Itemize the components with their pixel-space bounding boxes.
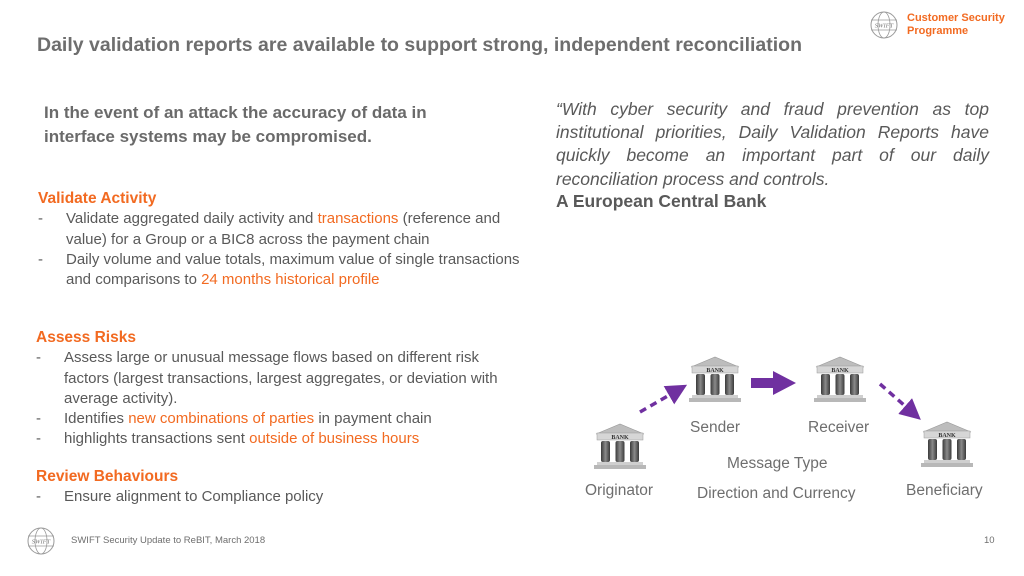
swift-logo-icon: SWIFT (27, 527, 55, 555)
testimonial-quote: “With cyber security and fraud preventio… (556, 99, 989, 189)
brand-name: Customer Security Programme (907, 12, 1005, 38)
bullet-text: Validate aggregated daily activity and t… (66, 209, 528, 250)
bullet-marker: - (38, 210, 43, 228)
bullet-list: - Assess large or unusual message flows b… (36, 348, 526, 449)
text-run: Assess large or unusual message flows ba… (64, 349, 498, 407)
bullet-marker: - (38, 250, 43, 268)
lead-statement: In the event of an attack the accuracy o… (44, 103, 427, 146)
highlighted-text: 24 months historical profile (201, 271, 380, 289)
quote-attribution: A European Central Bank (556, 191, 767, 211)
svg-text:BANK: BANK (706, 368, 724, 374)
label-sender: Sender (690, 419, 740, 436)
section-review-behaviours: Review Behaviours - Ensure alignment to C… (36, 467, 526, 508)
bullet-list: - Ensure alignment to Compliance policy (36, 487, 526, 507)
footer-text: SWIFT Security Update to ReBIT, March 20… (71, 535, 266, 546)
label-message-type: Message Type (727, 455, 828, 472)
bullet-list: - Validate aggregated daily activity and … (38, 209, 528, 290)
dashed-arrow-originator-sender (639, 384, 688, 414)
bank-icon-originator: BANK (592, 422, 648, 470)
label-beneficiary: Beneficiary (906, 482, 983, 499)
bullet-text: Identifies new combinations of parties i… (64, 409, 432, 429)
brand-line-1: Customer Security (907, 12, 1005, 24)
brand-line-2: Programme (907, 25, 969, 37)
text-run: in payment chain (314, 410, 432, 428)
section-assess-risks: Assess Risks - Assess large or unusual me… (36, 328, 526, 450)
bullet-item: - Validate aggregated daily activity and … (38, 209, 528, 250)
highlighted-text: new combinations of parties (128, 410, 315, 428)
label-receiver: Receiver (808, 419, 870, 436)
bullet-marker: - (36, 430, 41, 448)
label-originator: Originator (585, 482, 654, 499)
bullet-item: - Assess large or unusual message flows b… (36, 348, 526, 409)
brand-logo: SWIFT Customer Security Programme (869, 10, 1005, 40)
text-run: Identifies (64, 410, 129, 428)
bank-icon-sender: BANK (687, 355, 743, 403)
bullet-item: - Ensure alignment to Compliance policy (36, 487, 526, 507)
section-title: Review Behaviours (36, 468, 179, 485)
section-validate-activity: Validate Activity - Validate aggregated d… (38, 189, 528, 290)
bullet-marker: - (36, 488, 41, 506)
page-number: 10 (984, 535, 995, 546)
bullet-text: highlights transactions sent outside of … (64, 429, 419, 449)
section-title: Validate Activity (38, 190, 157, 207)
bank-icon-beneficiary: BANK (919, 420, 975, 468)
section-title: Assess Risks (36, 329, 136, 346)
svg-text:SWIFT: SWIFT (32, 539, 51, 546)
bullet-item: - Daily volume and value totals, maximum … (38, 250, 528, 291)
text-run: highlights transactions sent (64, 430, 250, 448)
label-direction-currency: Direction and Currency (697, 485, 856, 502)
text-run: Validate aggregated daily activity and (66, 210, 318, 228)
svg-text:BANK: BANK (611, 435, 629, 441)
highlighted-text: outside of business hours (249, 430, 420, 448)
swift-globe-icon: SWIFT (870, 11, 898, 39)
bullet-item: - Identifies new combinations of parties … (36, 409, 526, 429)
bullet-text: Assess large or unusual message flows ba… (64, 348, 526, 409)
bullet-text: Daily volume and value totals, maximum v… (66, 250, 528, 291)
svg-text:SWIFT: SWIFT (875, 23, 894, 30)
slide-title: Daily validation reports are available t… (37, 34, 802, 56)
highlighted-text: transactions (317, 210, 399, 228)
text-run: Ensure alignment to Compliance policy (64, 488, 324, 506)
bullet-marker: - (36, 349, 41, 367)
solid-arrow-sender-receiver (751, 371, 796, 395)
bullet-text: Ensure alignment to Compliance policy (64, 487, 323, 507)
svg-text:BANK: BANK (831, 368, 849, 374)
svg-text:BANK: BANK (938, 433, 956, 439)
dashed-arrow-receiver-beneficiary (878, 382, 921, 420)
bullet-marker: - (36, 410, 41, 428)
bank-icon-receiver: BANK (812, 355, 868, 403)
bullet-item: - highlights transactions sent outside of… (36, 429, 526, 449)
